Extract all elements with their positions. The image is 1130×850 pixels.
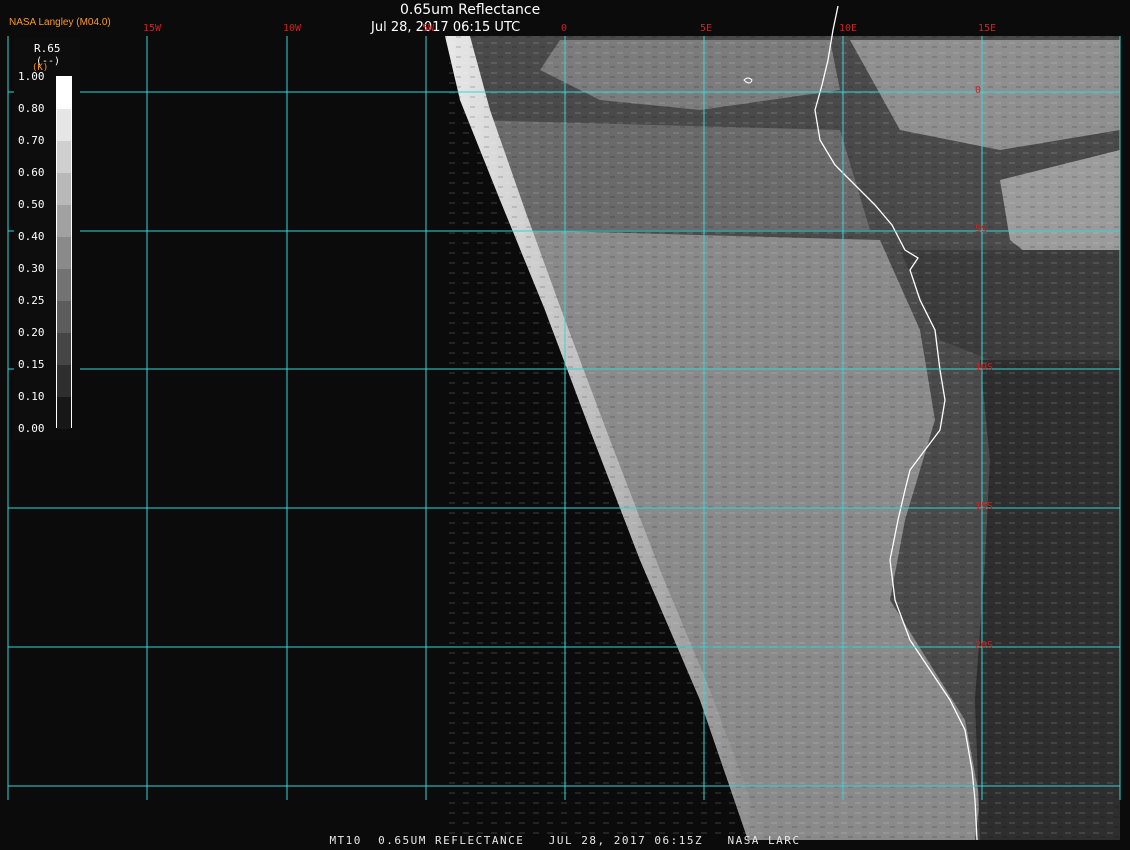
reflectance-map <box>0 0 1130 850</box>
legend-tick-label: 0.70 <box>18 134 45 147</box>
legend-swatch <box>57 173 71 205</box>
image-title: 0.65um Reflectance <box>400 2 541 18</box>
legend-tick-label: 0.30 <box>18 262 45 275</box>
legend-tick-label: 0.20 <box>18 326 45 339</box>
latitude-label: 5S <box>975 224 988 235</box>
legend-tick-label: 0.40 <box>18 230 45 243</box>
legend-swatch <box>57 301 71 333</box>
cloud-texture <box>445 36 1120 840</box>
legend-tick-label: 0.00 <box>18 422 45 435</box>
legend-tick-label: 0.50 <box>18 198 45 211</box>
legend-tick-label: 0.25 <box>18 294 45 307</box>
image-datetime: Jul 28, 2017 06:15 UTC <box>371 20 521 35</box>
longitude-label: 5E <box>700 23 713 34</box>
latitude-label: 10S <box>975 362 994 373</box>
latitude-label: 20S <box>975 640 994 651</box>
latitude-label: 0 <box>975 85 982 96</box>
legend-color-bar <box>56 76 72 429</box>
satellite-image-viewer: 0.65um Reflectance Jul 28, 2017 06:15 UT… <box>0 0 1130 850</box>
legend-tick-label: 0.80 <box>18 102 45 115</box>
legend-swatch <box>57 205 71 237</box>
legend-swatch <box>57 333 71 365</box>
legend-name: R.65 <box>34 42 61 55</box>
color-legend: R.65 (--) (K) 1.00 0.80 0.70 0.60 0.50 0.40 0.… <box>14 38 80 440</box>
legend-swatch <box>57 109 71 141</box>
legend-tick-label: 0.15 <box>18 358 45 371</box>
footer-caption: MT10 0.65UM REFLECTANCE JUL 28, 2017 06:… <box>329 834 801 847</box>
longitude-label: 10E <box>839 23 858 34</box>
legend-tick-label: 0.60 <box>18 166 45 179</box>
legend-tick-label: 1.00 <box>18 70 45 83</box>
legend-swatch <box>57 77 71 109</box>
legend-tick-label: 0.10 <box>18 390 45 403</box>
longitude-label: 5W <box>422 23 435 34</box>
latitude-label: 15S <box>975 501 994 512</box>
legend-swatch <box>57 237 71 269</box>
legend-swatch <box>57 365 71 397</box>
legend-swatch <box>57 269 71 301</box>
longitude-label: 15E <box>978 23 997 34</box>
longitude-label: 10W <box>283 23 302 34</box>
legend-swatch <box>57 397 71 429</box>
longitude-label: 15W <box>143 23 162 34</box>
longitude-label: 0 <box>561 23 568 34</box>
legend-swatch <box>57 141 71 173</box>
producer-label: NASA Langley (M04.0) <box>9 17 111 28</box>
